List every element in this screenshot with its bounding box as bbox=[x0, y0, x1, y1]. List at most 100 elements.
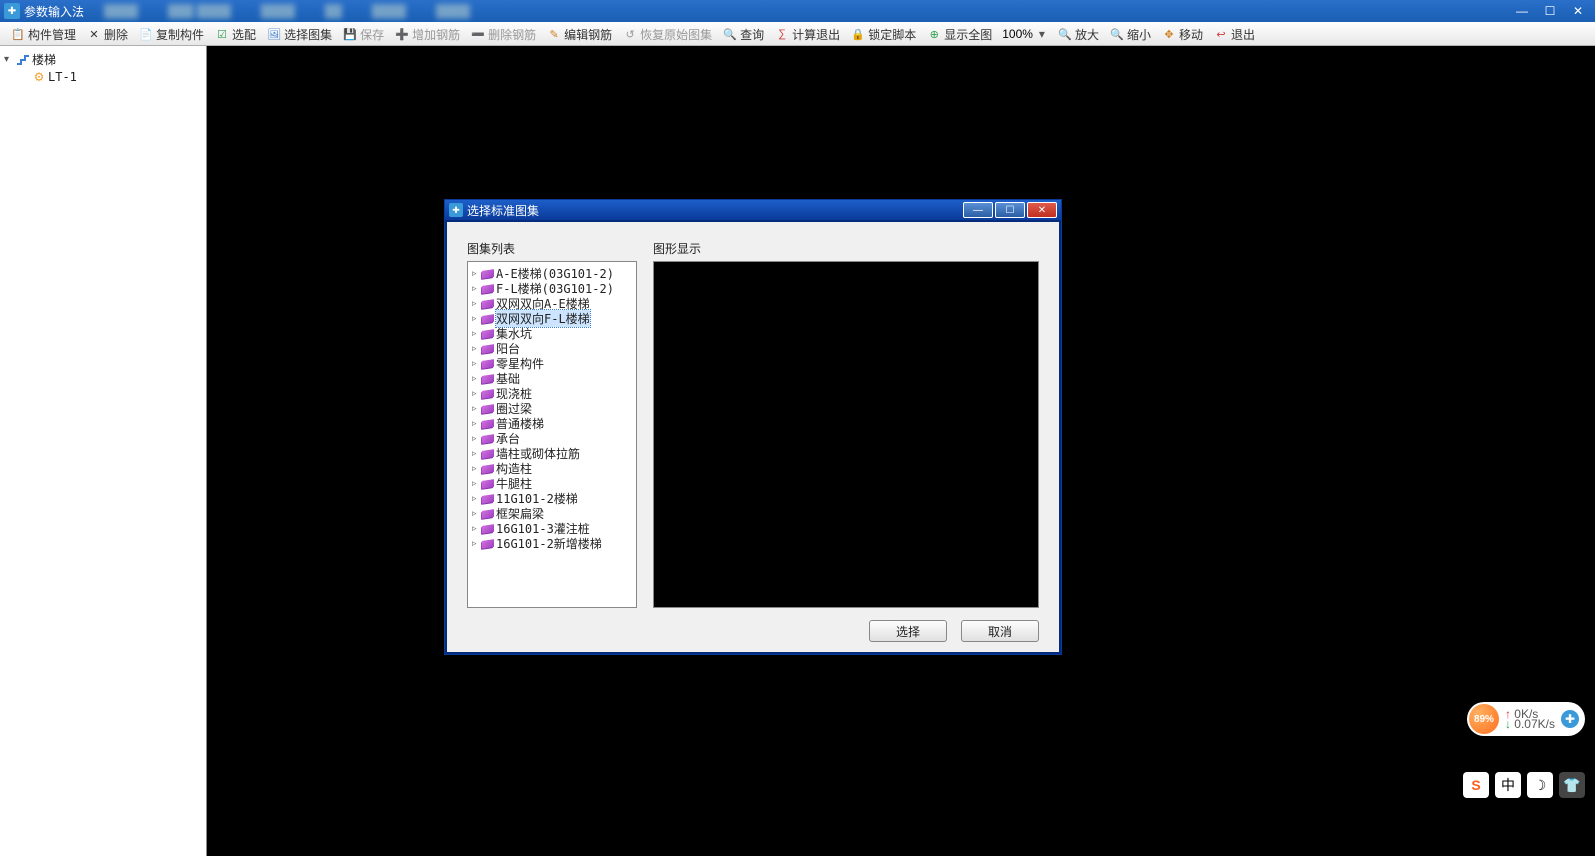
toolbar-显示全图[interactable]: ⊕显示全图 bbox=[922, 24, 996, 45]
atlas-item[interactable]: ▹A-E楼梯(03G101-2) bbox=[470, 266, 634, 281]
toolbar-label: 退出 bbox=[1231, 26, 1255, 43]
atlas-item[interactable]: ▹双网双向F-L楼梯 bbox=[470, 311, 634, 326]
stair-icon bbox=[16, 53, 30, 67]
toolbar-选配[interactable]: ☑选配 bbox=[210, 24, 260, 45]
expand-icon[interactable]: ▹ bbox=[472, 328, 480, 339]
atlas-item[interactable]: ▹集水坑 bbox=[470, 326, 634, 341]
expand-icon[interactable]: ▹ bbox=[472, 418, 480, 429]
maximize-button[interactable]: ☐ bbox=[1537, 2, 1563, 20]
atlas-item[interactable]: ▹牛腿柱 bbox=[470, 476, 634, 491]
collapse-icon[interactable]: ▾ bbox=[4, 54, 14, 65]
toolbar-icon: ➕ bbox=[394, 26, 410, 42]
toolbar-查询[interactable]: 🔍查询 bbox=[718, 24, 768, 45]
tray-item-2[interactable]: ☽ bbox=[1527, 772, 1553, 798]
toolbar-保存: 💾保存 bbox=[338, 24, 388, 45]
atlas-item[interactable]: ▹零星构件 bbox=[470, 356, 634, 371]
book-icon bbox=[481, 448, 495, 460]
expand-icon[interactable]: ▹ bbox=[472, 373, 480, 384]
atlas-item[interactable]: ▹16G101-2新增楼梯 bbox=[470, 536, 634, 551]
toolbar-icon: ☑ bbox=[214, 26, 230, 42]
select-atlas-dialog: ✚ 选择标准图集 — ☐ ✕ 图集列表 ▹A-E楼梯(03G101-2)▹F-L… bbox=[444, 199, 1062, 655]
toolbar-icon: ↩ bbox=[1213, 26, 1229, 42]
tray-item-3[interactable]: 👕 bbox=[1559, 772, 1585, 798]
book-icon bbox=[481, 463, 495, 475]
dialog-minimize-button[interactable]: — bbox=[963, 202, 993, 218]
atlas-item[interactable]: ▹构造柱 bbox=[470, 461, 634, 476]
net-down: 0.07K/s bbox=[1505, 719, 1555, 729]
toolbar-icon: 🔍 bbox=[1057, 26, 1073, 42]
toolbar-放大[interactable]: 🔍放大 bbox=[1053, 24, 1103, 45]
toolbar-构件管理[interactable]: 📋构件管理 bbox=[6, 24, 80, 45]
expand-icon[interactable]: ▹ bbox=[472, 358, 480, 369]
expand-icon[interactable]: ▹ bbox=[472, 268, 480, 279]
book-icon bbox=[481, 523, 495, 535]
toolbar-icon: 📄 bbox=[138, 26, 154, 42]
book-icon bbox=[481, 508, 495, 520]
toolbar-label: 计算退出 bbox=[792, 26, 840, 43]
atlas-list[interactable]: ▹A-E楼梯(03G101-2)▹F-L楼梯(03G101-2)▹双网双向A-E… bbox=[467, 261, 637, 608]
toolbar-icon: 📋 bbox=[10, 26, 26, 42]
tree-child-lt1[interactable]: ⚙ LT-1 bbox=[2, 69, 204, 85]
expand-icon[interactable]: ▹ bbox=[472, 523, 480, 534]
perf-percent: 89% bbox=[1469, 704, 1499, 734]
book-icon bbox=[481, 283, 495, 295]
toolbar-删除[interactable]: ✕删除 bbox=[82, 24, 132, 45]
dialog-titlebar[interactable]: ✚ 选择标准图集 — ☐ ✕ bbox=[445, 200, 1061, 220]
expand-icon[interactable]: ▹ bbox=[472, 313, 480, 324]
book-icon bbox=[481, 358, 495, 370]
toolbar-label: 锁定脚本 bbox=[868, 26, 916, 43]
atlas-item[interactable]: ▹承台 bbox=[470, 431, 634, 446]
expand-icon[interactable]: ▹ bbox=[472, 433, 480, 444]
expand-icon[interactable]: ▹ bbox=[472, 508, 480, 519]
toolbar-计算退出[interactable]: ∑计算退出 bbox=[770, 24, 844, 45]
atlas-item[interactable]: ▹11G101-2楼梯 bbox=[470, 491, 634, 506]
expand-icon[interactable]: ▹ bbox=[472, 448, 480, 459]
toolbar-icon: ↺ bbox=[622, 26, 638, 42]
dialog-maximize-button[interactable]: ☐ bbox=[995, 202, 1025, 218]
expand-icon[interactable]: ▹ bbox=[472, 478, 480, 489]
toolbar-icon: ➖ bbox=[470, 26, 486, 42]
atlas-item[interactable]: ▹墙柱或砌体拉筋 bbox=[470, 446, 634, 461]
toolbar-缩小[interactable]: 🔍缩小 bbox=[1105, 24, 1155, 45]
select-button[interactable]: 选择 bbox=[869, 620, 947, 642]
expand-icon[interactable]: ▹ bbox=[472, 343, 480, 354]
dialog-close-button[interactable]: ✕ bbox=[1027, 202, 1057, 218]
atlas-item[interactable]: ▹16G101-3灌注桩 bbox=[470, 521, 634, 536]
ime-tray: S中☽👕 bbox=[1463, 772, 1585, 798]
expand-icon[interactable]: ▹ bbox=[472, 283, 480, 294]
tree-child-label: LT-1 bbox=[48, 70, 77, 84]
expand-icon[interactable]: ▹ bbox=[472, 403, 480, 414]
toolbar-移动[interactable]: ✥移动 bbox=[1157, 24, 1207, 45]
dialog-icon: ✚ bbox=[449, 203, 463, 217]
expand-icon[interactable]: ▹ bbox=[472, 388, 480, 399]
expand-icon[interactable]: ▹ bbox=[472, 538, 480, 549]
perf-plus-icon[interactable]: ✚ bbox=[1561, 710, 1579, 728]
cancel-button[interactable]: 取消 bbox=[961, 620, 1039, 642]
tray-item-1[interactable]: 中 bbox=[1495, 772, 1521, 798]
toolbar-退出[interactable]: ↩退出 bbox=[1209, 24, 1259, 45]
atlas-item[interactable]: ▹普通楼梯 bbox=[470, 416, 634, 431]
toolbar-编辑钢筋[interactable]: ✎编辑钢筋 bbox=[542, 24, 616, 45]
atlas-item[interactable]: ▹圈过梁 bbox=[470, 401, 634, 416]
expand-icon[interactable]: ▹ bbox=[472, 463, 480, 474]
dialog-buttons: 选择 取消 bbox=[467, 608, 1039, 642]
perf-widget[interactable]: 89% 0K/s 0.07K/s ✚ bbox=[1467, 702, 1585, 736]
toolbar-复制构件[interactable]: 📄复制构件 bbox=[134, 24, 208, 45]
expand-icon[interactable]: ▹ bbox=[472, 493, 480, 504]
expand-icon[interactable]: ▹ bbox=[472, 298, 480, 309]
toolbar-锁定脚本[interactable]: 🔒锁定脚本 bbox=[846, 24, 920, 45]
toolbar-选择图集[interactable]: 🖼选择图集 bbox=[262, 24, 336, 45]
tray-item-0[interactable]: S bbox=[1463, 772, 1489, 798]
book-icon bbox=[481, 493, 495, 505]
close-button[interactable]: ✕ bbox=[1565, 2, 1591, 20]
dialog-controls: — ☐ ✕ bbox=[961, 202, 1057, 218]
minimize-button[interactable]: — bbox=[1509, 2, 1535, 20]
tree-root-stair[interactable]: ▾ 楼梯 bbox=[2, 50, 204, 69]
atlas-item[interactable]: ▹F-L楼梯(03G101-2) bbox=[470, 281, 634, 296]
atlas-item[interactable]: ▹现浇桩 bbox=[470, 386, 634, 401]
atlas-item[interactable]: ▹基础 bbox=[470, 371, 634, 386]
zoom-dropdown-icon[interactable]: ▾ bbox=[1039, 27, 1051, 41]
atlas-item[interactable]: ▹框架扁梁 bbox=[470, 506, 634, 521]
atlas-item[interactable]: ▹阳台 bbox=[470, 341, 634, 356]
atlas-item[interactable]: ▹双网双向A-E楼梯 bbox=[470, 296, 634, 311]
